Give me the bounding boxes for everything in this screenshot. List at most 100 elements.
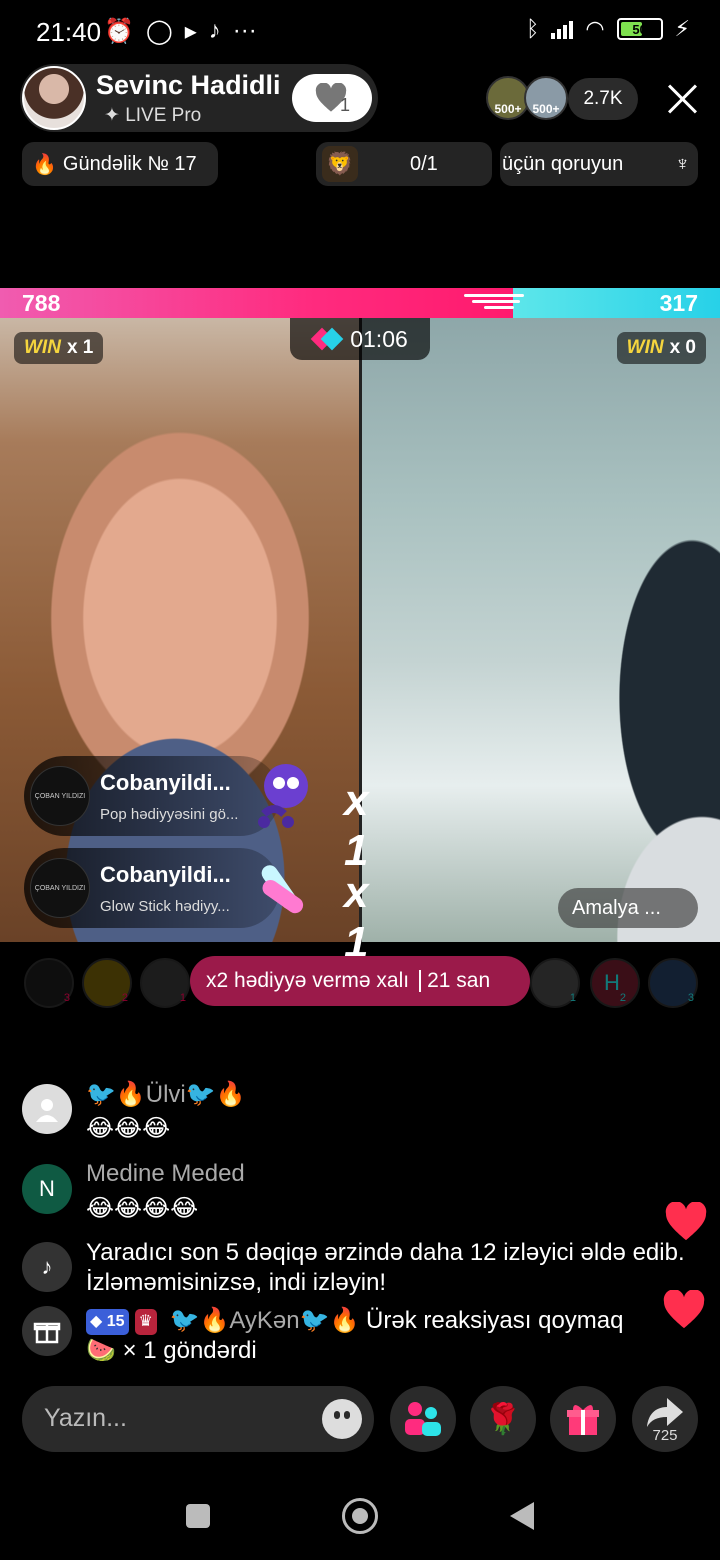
win-label: WIN (24, 337, 61, 358)
gift-count-text: × 1 göndərdi (122, 1337, 257, 1364)
boost-text: x2 hədiyyə vermə xalı (206, 969, 410, 992)
gift-multiplier: x 1 (344, 868, 369, 967)
gift-description: Pop hədiyyəsini gö... (100, 806, 239, 823)
whatsapp-icon: ◯ (145, 18, 173, 45)
top-viewer-2[interactable]: 500+ (524, 76, 568, 120)
tiktok-icon: ♪ (208, 17, 221, 44)
system-icons: ᛒ ◠ 50 ⚡ (526, 16, 690, 42)
recents-button[interactable] (186, 1504, 210, 1528)
gift-sender-avatar[interactable]: ÇOBAN YILDIZI (30, 858, 90, 918)
sparkle-icon: ✦ (104, 105, 126, 126)
back-button[interactable] (510, 1502, 534, 1530)
notification-icons: ⏰ ◯ ▸ ♪ ··· (104, 17, 257, 46)
top-viewers[interactable]: 500+ 500+ (486, 76, 568, 120)
charging-icon: ⚡ (674, 16, 690, 41)
left-supporter-2[interactable]: 2 (82, 958, 132, 1008)
share-count: 725 (652, 1427, 678, 1444)
left-score: 788 (22, 290, 61, 316)
versus-icon (310, 327, 344, 351)
win-label: WIN (626, 337, 664, 358)
host-subtitle: ✦ LIVE Pro (104, 105, 202, 126)
left-win-count: x 1 (66, 337, 94, 358)
comet-icon (450, 294, 530, 312)
more-icon: ··· (232, 17, 257, 44)
protect-banner[interactable]: üçün qoruyun ♆ (500, 142, 698, 186)
share-button[interactable]: 725 (632, 1386, 698, 1452)
gift-notification: ÇOBAN YILDIZI Cobanyildi... Pop hədiyyəs… (24, 756, 404, 875)
chat-message[interactable]: 🐦🔥Ülvi🐦🔥 😂😂😂 (22, 1080, 702, 1144)
left-win-badge: WIN x 1 (14, 332, 104, 364)
system-text: Yaradıcı son 5 dəqiqə ərzində daha 12 iz… (86, 1239, 685, 1296)
right-supporter-1[interactable]: 1 (530, 958, 580, 1008)
heart-reaction-icon: 🍉 (86, 1337, 123, 1364)
share-icon (647, 1398, 683, 1427)
daily-ranking-label: Gündəlik № 17 (62, 152, 197, 175)
user-avatar[interactable]: N (22, 1164, 72, 1214)
battle-timer: 01:06 (290, 318, 430, 360)
right-supporter-2[interactable]: H2 (590, 958, 640, 1008)
gift-box-icon (22, 1306, 72, 1356)
gift-sender-name: Cobanyildi... (100, 862, 231, 887)
gift-icon (567, 1405, 599, 1435)
comment-input[interactable]: Yazın... (22, 1386, 374, 1452)
floating-heart-icon (663, 1290, 705, 1329)
left-score-bar: 788 (0, 288, 524, 318)
comment-placeholder: Yazın... (44, 1404, 127, 1432)
right-win-count: x 0 (669, 337, 696, 358)
lion-icon: 🦁 (322, 146, 358, 182)
gift-sender-avatar[interactable]: ÇOBAN YILDIZI (30, 766, 90, 826)
viewer-count[interactable]: 2.7K (568, 78, 638, 120)
timer-value: 01:06 (350, 325, 408, 352)
rose-icon: 🌹 (484, 1402, 522, 1436)
bluetooth-icon: ᛒ (526, 16, 540, 41)
emoji-icon[interactable] (322, 1399, 362, 1439)
left-supporter-1[interactable]: 1 (140, 958, 190, 1008)
opponent-name-tag[interactable]: Amalya ... (558, 888, 698, 928)
person-icon (36, 1099, 58, 1122)
right-supporter-3[interactable]: 3 (648, 958, 698, 1008)
left-supporter-3[interactable]: 3 (24, 958, 74, 1008)
user-avatar[interactable] (22, 1084, 72, 1134)
chat-username[interactable]: 🐦🔥AyKən🐦🔥 (170, 1307, 360, 1334)
level-badge: ◆ 15 (86, 1309, 129, 1335)
right-win-badge: WIN x 0 (616, 332, 706, 364)
gift-sender-name: Cobanyildi... (100, 770, 231, 795)
rose-gift-button[interactable]: 🌹 (470, 1386, 536, 1452)
gift-notification: ÇOBAN YILDIZI Cobanyildi... Glow Stick h… (24, 848, 404, 967)
wifi-icon: ◠ (585, 16, 605, 41)
host-name: Sevinc Hadidli (96, 70, 281, 100)
people-icon (405, 1402, 441, 1436)
goal-count: 0/1 (410, 152, 438, 175)
flame-icon: 🔥 (32, 153, 57, 176)
close-icon[interactable] (664, 80, 702, 118)
gift-text: Ürək reaksiyası qoymaq (366, 1307, 624, 1334)
chat-username[interactable]: 🐦🔥Ülvi🐦🔥 (86, 1080, 246, 1109)
multi-guest-button[interactable] (390, 1386, 456, 1452)
signal-icon (551, 19, 574, 39)
clock: 21:40 (36, 17, 102, 47)
right-score: 317 (659, 290, 698, 316)
battery-icon: 50 (616, 18, 663, 40)
chat-username[interactable]: Medine Meded (86, 1160, 245, 1188)
daily-ranking[interactable]: 🔥 Gündəlik № 17 (22, 142, 218, 186)
pop-gift-icon (258, 764, 308, 828)
opponent-video[interactable] (362, 318, 720, 942)
host-info[interactable]: Sevinc Hadidli ✦ LIVE Pro 1 (20, 64, 378, 132)
floating-heart-icon (665, 1202, 707, 1241)
gift-message[interactable]: ◆ 15 ♛ 🐦🔥AyKən🐦🔥 Ürək reaksiyası qoymaq 🍉… (22, 1306, 702, 1370)
glow-stick-icon (261, 865, 304, 914)
battle-score-bar: 788 317 (0, 288, 720, 318)
gift-button[interactable] (550, 1386, 616, 1452)
play-icon: ▸ (184, 18, 197, 45)
boost-countdown: 21 san (427, 969, 491, 992)
fan-badge: ♛ (134, 1309, 157, 1335)
right-score-bar: 317 (513, 288, 720, 318)
protect-label: üçün qoruyun (502, 152, 624, 175)
chat-message[interactable]: N Medine Meded 😂😂😂😂 (22, 1160, 702, 1224)
like-button[interactable]: 1 (292, 74, 372, 122)
goal-progress[interactable]: 🦁 0/1 (316, 142, 492, 186)
alarm-icon: ⏰ (104, 18, 134, 45)
host-avatar[interactable] (22, 66, 86, 130)
boost-banner: x2 hədiyyə vermə xalı 21 san (190, 956, 530, 1006)
home-button[interactable] (342, 1498, 378, 1534)
